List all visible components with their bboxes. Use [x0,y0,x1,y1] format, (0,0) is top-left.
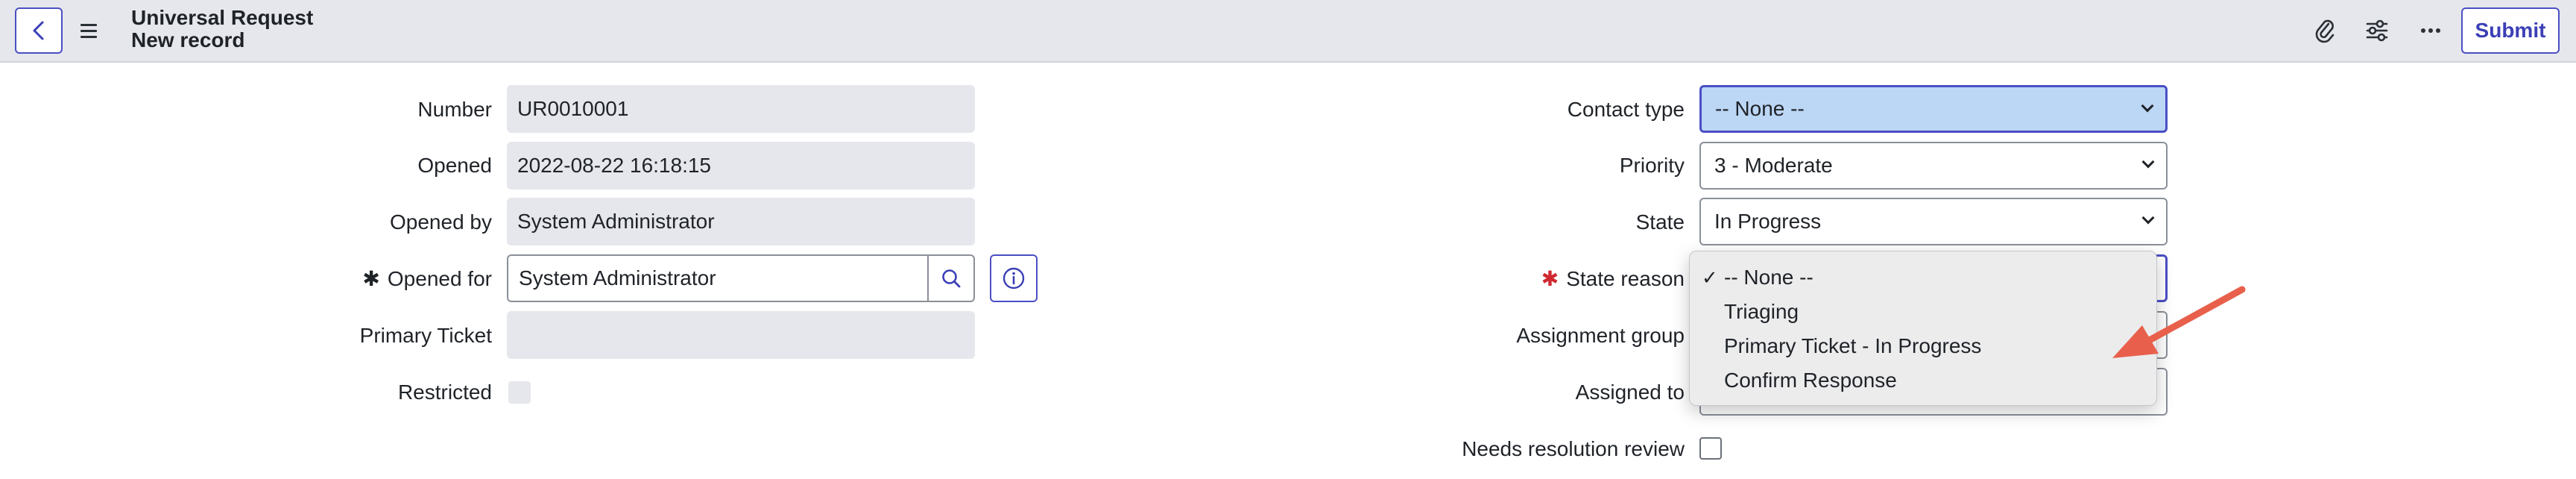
required-icon: ✱ [1541,267,1559,290]
opened-field: 2022-08-22 16:18:15 [507,142,975,190]
more-icon[interactable] [2415,15,2446,46]
priority-label: Priority [1619,154,1685,177]
restricted-label: Restricted [397,381,492,404]
assignment-group-label: Assignment group [1516,324,1685,347]
primary-ticket-label: Primary Ticket [359,324,492,347]
search-icon [942,269,961,288]
lookup-search-button[interactable] [927,254,975,302]
chevron-down-icon [2141,99,2154,113]
dropdown-option-confirm-response[interactable]: Confirm Response [1690,363,2156,398]
paperclip-icon[interactable] [2309,15,2340,46]
opened-by-field: System Administrator [507,198,975,245]
page-title: Universal Request [131,6,314,29]
page-subtitle: New record [131,28,245,51]
menu-icon[interactable] [80,19,101,42]
form-header: Universal Request New record Submit [0,0,2576,63]
settings-sliders-icon[interactable] [2361,15,2393,46]
number-field: UR0010001 [507,85,975,133]
back-button[interactable] [15,7,63,54]
info-icon [1003,267,1025,289]
chevron-down-icon [2141,155,2155,169]
contact-type-label: Contact type [1567,98,1685,121]
annotation-arrow-icon [2112,286,2246,358]
check-icon: ✓ [1702,266,1718,289]
state-reason-dropdown: ✓ -- None -- Triaging Primary Ticket - I… [1689,251,2157,406]
state-select[interactable]: In Progress [1699,198,2168,245]
dropdown-option-none[interactable]: ✓ -- None -- [1690,260,2156,295]
required-icon: ✱ [362,267,380,290]
opened-for-label: ✱ Opened for [362,267,492,290]
opened-by-label: Opened by [390,210,492,234]
dropdown-option-primary-ticket-in-progress[interactable]: Primary Ticket - In Progress [1690,329,2156,363]
primary-ticket-field [507,311,975,359]
priority-select[interactable]: 3 - Moderate [1699,142,2168,190]
submit-button[interactable]: Submit [2461,7,2560,54]
number-label: Number [417,98,492,121]
assigned-to-label: Assigned to [1575,381,1685,404]
opened-label: Opened [417,154,492,177]
dropdown-option-triaging[interactable]: Triaging [1690,295,2156,329]
state-label: State [1635,210,1685,234]
state-reason-label: ✱ State reason [1541,267,1685,290]
restricted-checkbox [508,381,531,404]
chevron-down-icon [2141,211,2155,225]
needs-resolution-review-label: Needs resolution review [1462,437,1685,460]
opened-for-input[interactable]: System Administrator [507,254,929,302]
contact-type-select[interactable]: -- None -- [1699,85,2168,133]
needs-resolution-review-checkbox[interactable] [1699,437,1722,460]
back-icon [33,21,44,40]
preview-info-button[interactable] [990,254,1038,302]
